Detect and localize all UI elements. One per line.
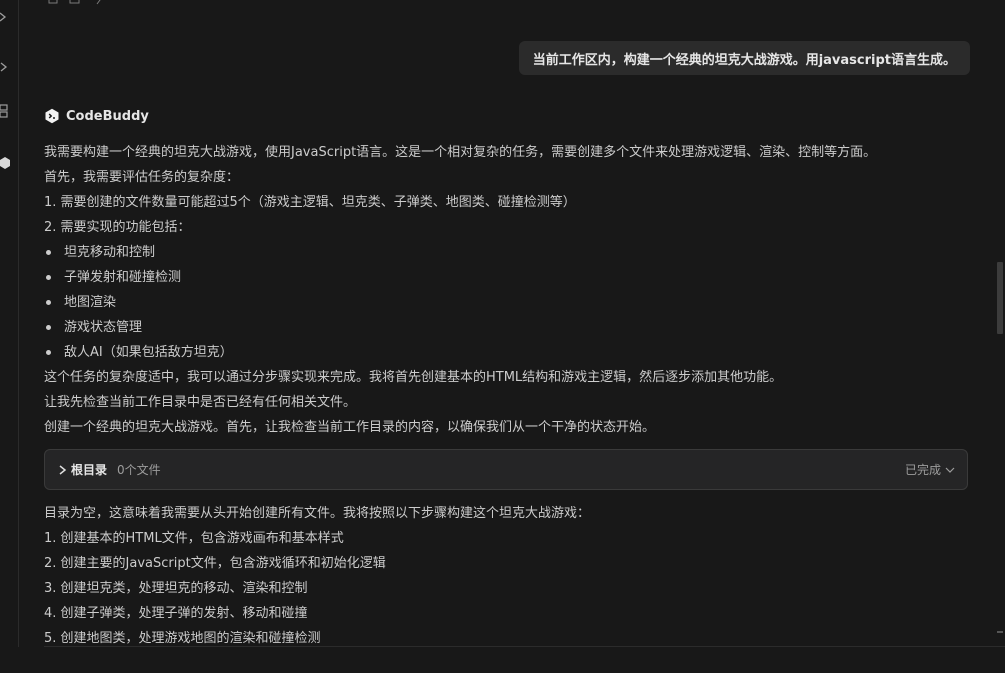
paragraph: 2. 创建主要的JavaScript文件，包含游戏循环和初始化逻辑	[44, 556, 386, 571]
assistant-header: CodeBuddy	[44, 108, 149, 124]
codebuddy-icon[interactable]	[0, 156, 10, 170]
paragraph: 目录为空，这意味着我需要从头开始创建所有文件。我将按照以下步骤构建这个坦克大战游…	[44, 506, 591, 521]
paragraph: 让我先检查当前工作目录中是否已经有任何相关文件。	[44, 395, 357, 410]
insert-icon[interactable]	[69, 0, 81, 5]
paragraph: 这个任务的复杂度适中，我可以通过分步骤实现来完成。我将首先创建基本的HTML结构…	[44, 370, 783, 385]
list-item: 敌人AI（如果包括敌方坦克）	[44, 340, 974, 365]
codebuddy-logo-icon	[45, 108, 59, 124]
message-actions	[47, 0, 103, 7]
thumbs-down-icon[interactable]	[91, 0, 103, 5]
files-icon[interactable]	[0, 104, 10, 118]
list-item: 游戏状态管理	[44, 315, 974, 340]
chevron-right-icon[interactable]	[57, 464, 69, 476]
tool-card-status-label: 已完成	[904, 463, 941, 477]
chat-panel: 当前工作区内，构建一个经典的坦克大战游戏。用javascript语言生成。 Co…	[19, 0, 994, 645]
chevron-right-icon[interactable]	[0, 60, 10, 74]
activity-bar	[0, 0, 19, 673]
app-root: 当前工作区内，构建一个经典的坦克大战游戏。用javascript语言生成。 Co…	[0, 0, 1005, 673]
paragraph: 首先，我需要评估任务的复杂度：	[44, 170, 240, 185]
paragraph: 1. 需要创建的文件数量可能超过5个（游戏主逻辑、坦克类、子弹类、地图类、碰撞检…	[44, 195, 576, 210]
paragraph: 1. 创建基本的HTML文件，包含游戏画布和基本样式	[44, 531, 344, 546]
chat-input-area[interactable]	[0, 647, 1005, 673]
assistant-name: CodeBuddy	[66, 108, 149, 124]
tool-result-card[interactable]: 根目录 0个文件 已完成	[44, 449, 968, 490]
paragraph: 4. 创建子弹类，处理子弹的发射、移动和碰撞	[44, 606, 308, 621]
tool-card-count: 0个文件	[117, 463, 161, 477]
chevron-down-icon[interactable]	[945, 465, 955, 475]
copy-icon[interactable]	[47, 0, 59, 5]
user-message: 当前工作区内，构建一个经典的坦克大战游戏。用javascript语言生成。	[518, 41, 970, 75]
list-item: 地图渲染	[44, 290, 974, 315]
list-item: 坦克移动和控制	[44, 240, 974, 265]
tool-card-title: 根目录	[71, 463, 108, 477]
scroll-end-marker	[997, 631, 1003, 633]
paragraph: 2. 需要实现的功能包括：	[44, 220, 191, 235]
paragraph: 创建一个经典的坦克大战游戏。首先，让我检查当前工作目录的内容，以确保我们从一个干…	[44, 420, 656, 435]
user-message-text: 当前工作区内，构建一个经典的坦克大战游戏。用javascript语言生成。	[532, 52, 956, 68]
assistant-message-top: 我需要构建一个经典的坦克大战游戏，使用JavaScript语言。这是一个相对复杂…	[44, 140, 974, 440]
list-item: 子弹发射和碰撞检测	[44, 265, 974, 290]
tool-card-status: 已完成	[905, 461, 955, 478]
assistant-message-bottom: 目录为空，这意味着我需要从头开始创建所有文件。我将按照以下步骤构建这个坦克大战游…	[44, 501, 974, 645]
paragraph: 5. 创建地图类，处理游戏地图的渲染和碰撞检测	[44, 631, 321, 645]
chat-icon[interactable]	[0, 10, 10, 24]
scrollbar-thumb[interactable]	[997, 262, 1003, 334]
paragraph: 我需要构建一个经典的坦克大战游戏，使用JavaScript语言。这是一个相对复杂…	[44, 145, 877, 160]
paragraph: 3. 创建坦克类，处理坦克的移动、渲染和控制	[44, 581, 308, 596]
